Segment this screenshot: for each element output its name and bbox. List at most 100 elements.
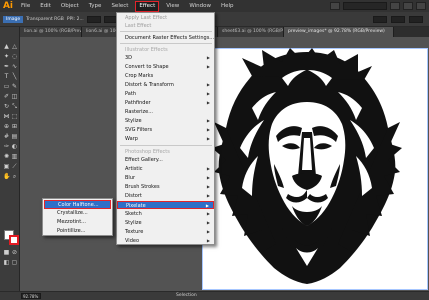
menu-item-path[interactable]: Path ▶ [117,90,214,98]
menu-item-texture[interactable]: Texture ▶ [117,228,214,236]
menu-item-label: Crop Marks [125,73,154,79]
menu-item-label: Apply Last Effect [125,15,168,21]
menu-item-stylize-ps[interactable]: Stylize ▶ [117,219,214,227]
menu-view[interactable]: View [161,0,184,12]
blend-tool-icon[interactable]: ◐ [11,143,18,150]
menu-item-effect-gallery[interactable]: Effect Gallery... [117,156,214,164]
arrange-button[interactable] [409,15,423,23]
hand-tool-icon[interactable]: ✋ [3,173,10,180]
magic-wand-icon[interactable]: ✦ [3,53,10,60]
close-button[interactable] [416,2,426,10]
submenu-arrow-icon: ▶ [206,175,210,180]
menu-item-last-effect[interactable]: Last Effect [117,22,214,30]
menu-item-document-raster-effects[interactable]: Document Raster Effects Settings... [117,34,214,42]
draw-mode-icon[interactable]: ◧ [3,259,10,266]
menu-item-pathfinder[interactable]: Pathfinder ▶ [117,99,214,107]
menu-item-rasterize[interactable]: Rasterize... [117,108,214,116]
submenu-item-crystallize[interactable]: Crystallize... [44,209,111,218]
zoom-tool-icon[interactable]: ⌕ [11,173,18,180]
menu-section-photoshop-effects: Photoshop Effects [117,148,214,156]
rectangle-tool-icon[interactable]: ▭ [3,83,10,90]
menu-item-distort[interactable]: Distort ▶ [117,192,214,200]
artboard-tool-icon[interactable]: ▣ [3,163,10,170]
menu-item-pixelate[interactable]: Pixelate ▶ [117,201,214,209]
submenu-arrow-icon: ▶ [206,82,210,87]
transform-button[interactable] [391,15,405,23]
menu-object[interactable]: Object [56,0,84,12]
mesh-tool-icon[interactable]: # [3,133,10,140]
menu-item-video[interactable]: Video ▶ [117,237,214,245]
menubar: Ai File Edit Object Type Select Effect V… [0,0,429,12]
graph-tool-icon[interactable]: ▥ [11,153,18,160]
menu-item-distort-transform[interactable]: Distort & Transform ▶ [117,81,214,89]
lion-artwork[interactable] [212,48,402,284]
menu-item-sketch[interactable]: Sketch ▶ [117,210,214,218]
shaper-tool-icon[interactable]: ✐ [3,93,10,100]
zoom-level-input[interactable]: 92.78% [21,293,41,299]
doc-tab[interactable]: lion.ai @ 100% (RGB/Preview) [20,27,82,37]
rotate-tool-icon[interactable]: ↻ [3,103,10,110]
menu-section-illustrator-effects: Illustrator Effects [117,46,214,54]
tools-panel: ▲ △ ✦ ◌ ✒ ∿ T ╲ ▭ ✎ ✐ ◫ ↻ ⤡ ⋈ ⬚ ⊕ ⊞ # ▤ … [0,27,20,291]
doc-tab[interactable]: sheet63.ai @ 100% (RGB/Preview) [218,27,284,37]
maximize-button[interactable] [403,2,413,10]
symbol-sprayer-icon[interactable]: ✺ [3,153,10,160]
none-color-icon[interactable]: ⊘ [11,249,18,256]
menu-item-crop-marks[interactable]: Crop Marks [117,72,214,80]
submenu-item-pointillize[interactable]: Pointillize... [44,227,111,236]
menu-item-svg-filters[interactable]: SVG Filters ▶ [117,126,214,134]
workspace-switcher[interactable] [330,2,340,10]
type-tool-icon[interactable]: T [3,73,10,80]
menu-window[interactable]: Window [184,0,216,12]
shape-builder-icon[interactable]: ⊕ [3,123,10,130]
submenu-arrow-icon: ▶ [206,166,210,171]
menu-item-label: Stylize [125,220,142,226]
slice-tool-icon[interactable]: ⟋ [11,163,18,170]
scale-tool-icon[interactable]: ⤡ [11,103,18,110]
stroke-swatch[interactable] [9,235,19,245]
menu-item-artistic[interactable]: Artistic ▶ [117,165,214,173]
search-input[interactable] [343,2,387,10]
menu-edit[interactable]: Edit [35,0,56,12]
menu-item-3d[interactable]: 3D ▶ [117,54,214,62]
submenu-arrow-icon: ▶ [206,211,210,216]
paintbrush-icon[interactable]: ✎ [11,83,18,90]
align-button[interactable] [373,15,387,23]
menu-item-stylize[interactable]: Stylize ▶ [117,117,214,125]
screen-mode-icon[interactable]: ▢ [11,259,18,266]
direct-selection-tool-icon[interactable]: △ [11,43,18,50]
menu-item-brush-strokes[interactable]: Brush Strokes ▶ [117,183,214,191]
status-bar: 92.78% Selection [0,291,429,300]
doc-tab-active[interactable]: preview_images* @ 92.78% (RGB/Preview) [284,27,394,37]
menu-effect[interactable]: Effect [135,0,160,12]
menu-item-apply-last-effect[interactable]: Apply Last Effect [117,14,214,22]
submenu-arrow-icon: ▶ [206,64,210,69]
pen-tool-icon[interactable]: ✒ [3,63,10,70]
menu-select[interactable]: Select [106,0,133,12]
menu-item-warp[interactable]: Warp ▶ [117,135,214,143]
menu-item-convert-to-shape[interactable]: Convert to Shape ▶ [117,63,214,71]
minimize-button[interactable] [390,2,400,10]
selection-tool-icon[interactable]: ▲ [3,43,10,50]
submenu-item-color-halftone[interactable]: Color Halftone... [44,200,111,209]
free-transform-icon[interactable]: ⬚ [11,113,18,120]
submenu-item-mezzotint[interactable]: Mezzotint... [44,218,111,227]
curvature-tool-icon[interactable]: ∿ [11,63,18,70]
menu-type[interactable]: Type [84,0,107,12]
gradient-tool-icon[interactable]: ▤ [11,133,18,140]
document-tabs: lion.ai @ 100% (RGB/Preview) lion6.ai @ … [20,27,429,37]
line-tool-icon[interactable]: ╲ [11,73,18,80]
menu-help[interactable]: Help [216,0,239,12]
submenu-arrow-icon: ▶ [206,55,210,60]
menu-file[interactable]: File [16,0,35,12]
submenu-arrow-icon: ▶ [206,229,210,234]
eraser-icon[interactable]: ◫ [11,93,18,100]
lasso-icon[interactable]: ◌ [11,53,18,60]
color-mode-icon[interactable]: ■ [3,249,10,256]
menu-item-blur[interactable]: Blur ▶ [117,174,214,182]
eyedropper-icon[interactable]: ✑ [3,143,10,150]
perspective-grid-icon[interactable]: ⊞ [11,123,18,130]
width-tool-icon[interactable]: ⋈ [3,113,10,120]
menu-item-label: Sketch [125,211,142,217]
embed-button[interactable] [86,15,101,23]
